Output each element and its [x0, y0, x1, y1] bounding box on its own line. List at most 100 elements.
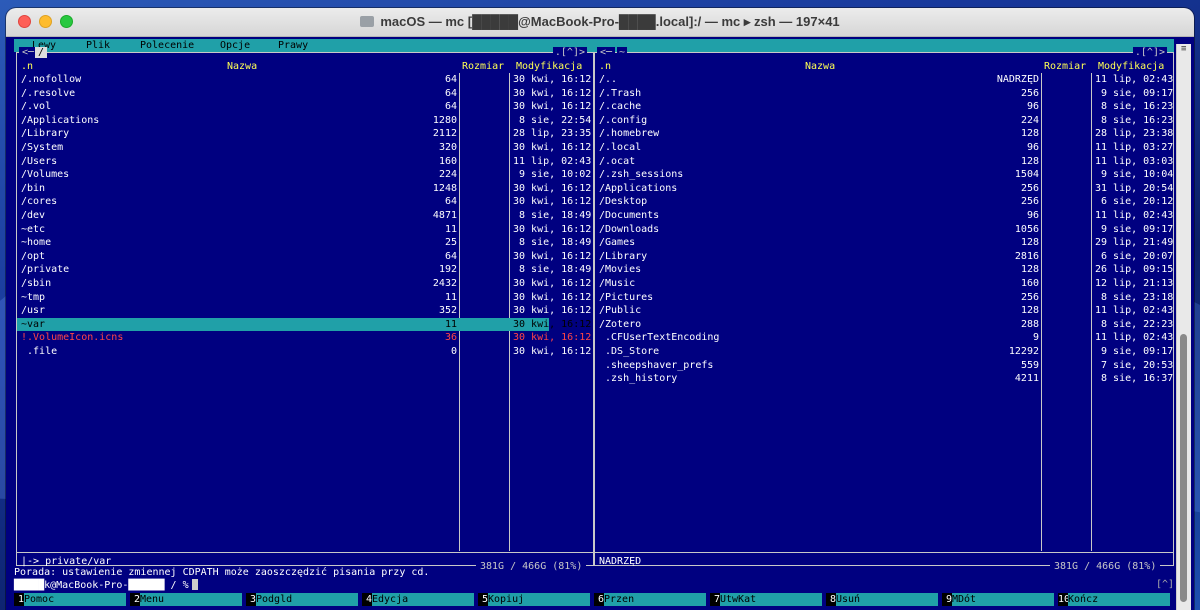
- fkey-label: Usuń: [836, 593, 938, 606]
- file-row[interactable]: /.cache 96 8 sie, 16:23: [595, 100, 1173, 114]
- file-name: ~tmp: [21, 291, 46, 303]
- col-header-name[interactable]: Nazwa: [227, 60, 257, 73]
- file-name: /.homebrew: [599, 128, 660, 140]
- file-row[interactable]: /bin 1248 30 kwi, 16:12: [17, 182, 591, 196]
- menu-prawy[interactable]: Prawy: [278, 39, 308, 52]
- file-row[interactable]: /Applications 1280 8 sie, 22:54: [17, 114, 591, 128]
- file-size: 9: [1032, 332, 1039, 344]
- fkey-label: Przen: [604, 593, 706, 606]
- file-name: /System: [21, 142, 64, 153]
- file-mtime: 9 sie, 10:02: [513, 169, 592, 181]
- file-row[interactable]: /Music 160 12 lip, 21:13: [595, 277, 1173, 291]
- file-row[interactable]: .CFUserTextEncoding 9 11 lip, 02:43: [595, 331, 1173, 345]
- file-mtime: 12 lip, 21:13: [1095, 278, 1174, 289]
- file-row[interactable]: /opt 64 30 kwi, 16:12: [17, 250, 591, 264]
- col-header-size[interactable]: Rozmiar: [1044, 60, 1086, 73]
- left-scroll-indicator[interactable]: .[^]>: [552, 47, 587, 58]
- fkey-7[interactable]: 7UtwKat: [710, 593, 826, 606]
- mini-status-separator: [595, 552, 1173, 553]
- file-row[interactable]: /Documents 96 11 lip, 02:43: [595, 209, 1173, 223]
- file-row[interactable]: /.resolve 64 30 kwi, 16:12: [17, 87, 591, 101]
- fkey-9[interactable]: 9MDót: [942, 593, 1058, 606]
- file-row[interactable]: /.local 96 11 lip, 03:27: [595, 141, 1173, 155]
- file-row[interactable]: /Games 128 29 lip, 21:49: [595, 236, 1173, 250]
- file-row[interactable]: /.Trash 256 9 sie, 09:17: [595, 87, 1173, 101]
- file-row[interactable]: /Public 128 11 lip, 02:43: [595, 304, 1173, 318]
- fkey-3[interactable]: 3Podgld: [246, 593, 362, 606]
- file-row[interactable]: /Pictures 256 8 sie, 23:18: [595, 291, 1173, 305]
- file-row[interactable]: /.nofollow 64 30 kwi, 16:12: [17, 73, 591, 87]
- right-scroll-indicator[interactable]: .[^]>: [1132, 47, 1167, 58]
- file-row[interactable]: /Applications 256 31 lip, 20:54: [595, 182, 1173, 196]
- file-name: /Library: [599, 250, 648, 262]
- col-header-mtime[interactable]: Modyfikacja: [516, 60, 582, 73]
- file-name: /Games: [599, 237, 636, 249]
- file-mtime: 30 kwi, 16:12: [513, 305, 592, 317]
- file-size: 11: [444, 223, 457, 235]
- file-row[interactable]: !.VolumeIcon.icns 36 30 kwi, 16:12: [17, 331, 591, 345]
- file-size: 12292: [1008, 346, 1039, 357]
- file-row[interactable]: /cores 64 30 kwi, 16:12: [17, 195, 591, 209]
- file-row[interactable]: /usr 352 30 kwi, 16:12: [17, 304, 591, 318]
- right-panel[interactable]: <─ ~ .[^]> .n Nazwa Rozmiar Modyfikacja …: [594, 47, 1174, 567]
- file-row[interactable]: /.config 224 8 sie, 16:23: [595, 114, 1173, 128]
- file-row[interactable]: /.vol 64 30 kwi, 16:12: [17, 100, 591, 114]
- text-cursor: [191, 579, 198, 590]
- file-row[interactable]: /sbin 2432 30 kwi, 16:12: [17, 277, 591, 291]
- fkey-8[interactable]: 8Usuń: [826, 593, 942, 606]
- fkey-10[interactable]: 10Kończ: [1058, 593, 1174, 606]
- scroll-menu-icon[interactable]: ≡: [1181, 44, 1186, 54]
- menu-plik[interactable]: Plik: [86, 39, 110, 52]
- fkey-label: Menu: [140, 593, 242, 606]
- fkey-5[interactable]: 5Kopiuj: [478, 593, 594, 606]
- file-row[interactable]: /Zotero 288 8 sie, 22:23: [595, 318, 1173, 332]
- file-row-selected[interactable]: ~var 11 30 kwi, 16:12: [17, 317, 591, 332]
- file-row[interactable]: .DS_Store 12292 9 sie, 09:17: [595, 345, 1173, 359]
- file-row[interactable]: .file 0 30 kwi, 16:12: [17, 345, 591, 359]
- file-row[interactable]: ~tmp 11 30 kwi, 16:12: [17, 291, 591, 305]
- shell-prompt[interactable]: █████k@MacBook-Pro-██████ / %: [14, 579, 198, 591]
- file-row[interactable]: ~etc 11 30 kwi, 16:12: [17, 223, 591, 237]
- file-name: /.zsh_sessions: [599, 169, 684, 181]
- fkey-6[interactable]: 6Przen: [594, 593, 710, 606]
- fkey-2[interactable]: 2Menu: [130, 593, 246, 606]
- terminal-content[interactable]: Lewy Plik Polecenie Opcje Prawy <─ / .[^…: [14, 37, 1174, 610]
- file-row[interactable]: /.ocat 128 11 lip, 03:03: [595, 155, 1173, 169]
- file-row[interactable]: /Desktop 256 6 sie, 20:12: [595, 195, 1173, 209]
- scrollbar-thumb[interactable]: [1180, 334, 1187, 602]
- menu-opcje[interactable]: Opcje: [220, 39, 250, 52]
- file-mtime: 30 kwi, 16:12: [513, 278, 592, 289]
- fkey-number: 9: [942, 593, 952, 606]
- col-header-name[interactable]: Nazwa: [805, 60, 835, 73]
- right-panel-path[interactable]: ~: [617, 47, 628, 58]
- file-row[interactable]: /.homebrew 128 28 lip, 23:38: [595, 127, 1173, 141]
- file-size: 4871: [432, 210, 457, 221]
- file-row[interactable]: /Users 160 11 lip, 02:43: [17, 155, 591, 169]
- col-header-mtime[interactable]: Modyfikacja: [1098, 60, 1164, 73]
- file-size: 256: [1020, 87, 1039, 99]
- file-row[interactable]: /dev 4871 8 sie, 18:49: [17, 209, 591, 223]
- file-row[interactable]: /System 320 30 kwi, 16:12: [17, 141, 591, 155]
- file-row[interactable]: ~home 25 8 sie, 18:49: [17, 236, 591, 250]
- file-name: /Applications: [599, 182, 678, 194]
- fkey-4[interactable]: 4Edycja: [362, 593, 478, 606]
- left-panel[interactable]: <─ / .[^]> .n Nazwa Rozmiar Modyfikacja …: [16, 47, 594, 567]
- file-row[interactable]: /Library 2816 6 sie, 20:07: [595, 250, 1173, 264]
- file-row[interactable]: /Downloads 1056 9 sie, 09:17: [595, 223, 1173, 237]
- left-panel-path[interactable]: /: [35, 47, 48, 58]
- fkey-number: 4: [362, 593, 372, 606]
- fkey-1[interactable]: 1Pomoc: [14, 593, 130, 606]
- col-header-size[interactable]: Rozmiar: [462, 60, 504, 73]
- file-row[interactable]: /Library 2112 28 lip, 23:35: [17, 127, 591, 141]
- fkey-number: 7: [710, 593, 720, 606]
- file-row[interactable]: .sheepshaver_prefs 559 7 sie, 20:53: [595, 359, 1173, 373]
- file-row[interactable]: /private 192 8 sie, 18:49: [17, 263, 591, 277]
- file-row[interactable]: /Movies 128 26 lip, 09:15: [595, 263, 1173, 277]
- file-row[interactable]: .zsh_history 4211 8 sie, 16:37: [595, 372, 1173, 386]
- file-row[interactable]: /Volumes 224 9 sie, 10:02: [17, 168, 591, 182]
- file-mtime: 9 sie, 09:17: [1095, 346, 1174, 357]
- file-row[interactable]: /.zsh_sessions 1504 9 sie, 10:04: [595, 168, 1173, 182]
- menu-polecenie[interactable]: Polecenie: [140, 39, 194, 52]
- window-scrollbar[interactable]: ≡: [1176, 44, 1191, 610]
- file-row[interactable]: /.. NADRZĘD 11 lip, 02:43: [595, 73, 1173, 87]
